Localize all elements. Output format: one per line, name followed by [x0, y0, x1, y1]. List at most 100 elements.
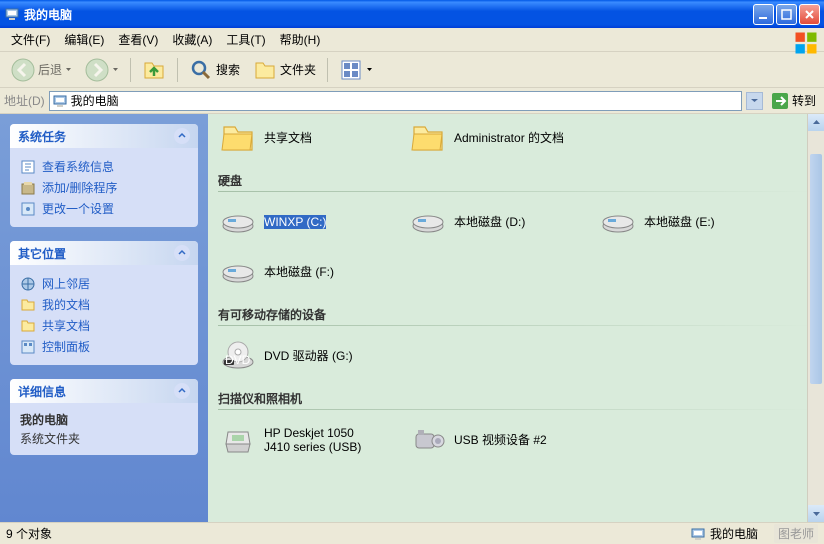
panel-title: 系统任务: [18, 128, 66, 145]
details-panel: 详细信息 我的电脑 系统文件夹: [10, 379, 198, 455]
system-tasks-header[interactable]: 系统任务: [10, 124, 198, 148]
link-label: 更改一个设置: [42, 200, 114, 217]
link-label: 添加/删除程序: [42, 179, 117, 196]
files-row: 共享文档 Administrator 的文档: [218, 118, 814, 158]
folder-item[interactable]: 共享文档: [218, 118, 378, 158]
address-value: 我的电脑: [71, 92, 119, 109]
scroll-down-button[interactable]: [808, 505, 824, 522]
disk-item-f[interactable]: 本地磁盘 (F:): [218, 252, 378, 292]
go-icon: [771, 92, 789, 110]
dropdown-icon: [112, 66, 119, 73]
item-label: USB 视频设备 #2: [454, 433, 547, 447]
separator: [327, 58, 328, 82]
shared-documents-link[interactable]: 共享文档: [20, 315, 188, 336]
disk-item-e[interactable]: 本地磁盘 (E:): [598, 202, 758, 242]
back-icon: [11, 58, 35, 82]
search-label: 搜索: [216, 61, 240, 78]
menu-edit[interactable]: 编辑(E): [57, 29, 111, 50]
hard-disk-icon: [220, 204, 256, 240]
control-panel-link[interactable]: 控制面板: [20, 336, 188, 357]
folders-button[interactable]: 文件夹: [248, 55, 321, 85]
back-label: 后退: [38, 61, 62, 78]
separator: [177, 58, 178, 82]
link-label: 查看系统信息: [42, 158, 114, 175]
search-button[interactable]: 搜索: [184, 55, 245, 85]
section-header-scanners: 扫描仪和照相机: [218, 390, 814, 407]
menu-file[interactable]: 文件(F): [4, 29, 57, 50]
panel-title: 详细信息: [18, 383, 66, 400]
hard-disk-icon: [600, 204, 636, 240]
add-remove-programs-link[interactable]: 添加/删除程序: [20, 177, 188, 198]
scanners-row: HP Deskjet 1050 J410 series (USB) USB 视频…: [218, 420, 814, 460]
disk-item-d[interactable]: 本地磁盘 (D:): [408, 202, 568, 242]
item-label: HP Deskjet 1050 J410 series (USB): [264, 426, 376, 455]
go-button[interactable]: 转到: [767, 90, 820, 112]
control-panel-icon: [20, 339, 36, 355]
window-buttons: [753, 4, 820, 25]
camera-icon: [410, 422, 446, 458]
address-label: 地址(D): [4, 92, 45, 109]
link-label: 共享文档: [42, 317, 90, 334]
scroll-up-button[interactable]: [808, 114, 824, 131]
go-label: 转到: [792, 92, 816, 109]
scanner-icon: [220, 422, 256, 458]
removable-row: DVD DVD 驱动器 (G:): [218, 336, 814, 376]
scroll-thumb[interactable]: [810, 154, 822, 384]
collapse-icon: [174, 245, 190, 261]
address-input[interactable]: 我的电脑: [49, 91, 742, 111]
change-setting-link[interactable]: 更改一个设置: [20, 198, 188, 219]
my-computer-icon: [52, 93, 68, 109]
network-neighborhood-link[interactable]: 网上邻居: [20, 273, 188, 294]
details-header[interactable]: 详细信息: [10, 379, 198, 403]
views-button[interactable]: [334, 55, 378, 85]
folder-item[interactable]: Administrator 的文档: [408, 118, 568, 158]
view-system-info-link[interactable]: 查看系统信息: [20, 156, 188, 177]
my-documents-link[interactable]: 我的文档: [20, 294, 188, 315]
title-bar: 我的电脑: [0, 0, 824, 28]
maximize-button[interactable]: [776, 4, 797, 25]
menu-tools[interactable]: 工具(T): [219, 29, 272, 50]
up-button[interactable]: [137, 55, 171, 85]
item-label: DVD 驱动器 (G:): [264, 349, 353, 363]
address-bar: 地址(D) 我的电脑 转到: [0, 88, 824, 114]
scanner-item[interactable]: HP Deskjet 1050 J410 series (USB): [218, 420, 378, 460]
item-label: WINXP (C:): [264, 215, 326, 229]
programs-icon: [20, 180, 36, 196]
menu-view[interactable]: 查看(V): [111, 29, 165, 50]
divider: [218, 325, 814, 326]
status-location: 我的电脑: [710, 525, 758, 542]
other-places-header[interactable]: 其它位置: [10, 241, 198, 265]
menu-help[interactable]: 帮助(H): [273, 29, 328, 50]
my-computer-icon: [4, 6, 20, 22]
section-header-disks: 硬盘: [218, 172, 814, 189]
address-dropdown[interactable]: [746, 92, 763, 110]
views-icon: [339, 58, 363, 82]
link-label: 控制面板: [42, 338, 90, 355]
watermark: 图老师: [774, 524, 818, 543]
folders-icon: [253, 58, 277, 82]
sidebar: 系统任务 查看系统信息 添加/删除程序 更改一个设置 其它位置 网上邻居 我的文…: [0, 114, 208, 522]
folder-icon: [20, 318, 36, 334]
dvd-drive-item[interactable]: DVD DVD 驱动器 (G:): [218, 336, 378, 376]
svg-text:DVD: DVD: [225, 353, 251, 367]
menu-bar: 文件(F) 编辑(E) 查看(V) 收藏(A) 工具(T) 帮助(H): [0, 28, 824, 52]
menu-favorites[interactable]: 收藏(A): [165, 29, 219, 50]
disk-item-c[interactable]: WINXP (C:): [218, 202, 378, 242]
minimize-button[interactable]: [753, 4, 774, 25]
dvd-drive-icon: DVD: [220, 338, 256, 374]
network-icon: [20, 276, 36, 292]
content-area: 系统任务 查看系统信息 添加/删除程序 更改一个设置 其它位置 网上邻居 我的文…: [0, 114, 824, 522]
folder-icon: [410, 120, 446, 156]
vertical-scrollbar[interactable]: [807, 114, 824, 522]
search-icon: [189, 58, 213, 82]
back-button[interactable]: 后退: [6, 55, 77, 85]
collapse-icon: [174, 128, 190, 144]
folder-icon: [220, 120, 256, 156]
close-button[interactable]: [799, 4, 820, 25]
hard-disk-icon: [220, 254, 256, 290]
windows-logo-icon: [792, 29, 820, 51]
forward-icon: [85, 58, 109, 82]
forward-button[interactable]: [80, 55, 124, 85]
system-tasks-panel: 系统任务 查看系统信息 添加/删除程序 更改一个设置: [10, 124, 198, 227]
camera-item[interactable]: USB 视频设备 #2: [408, 420, 568, 460]
